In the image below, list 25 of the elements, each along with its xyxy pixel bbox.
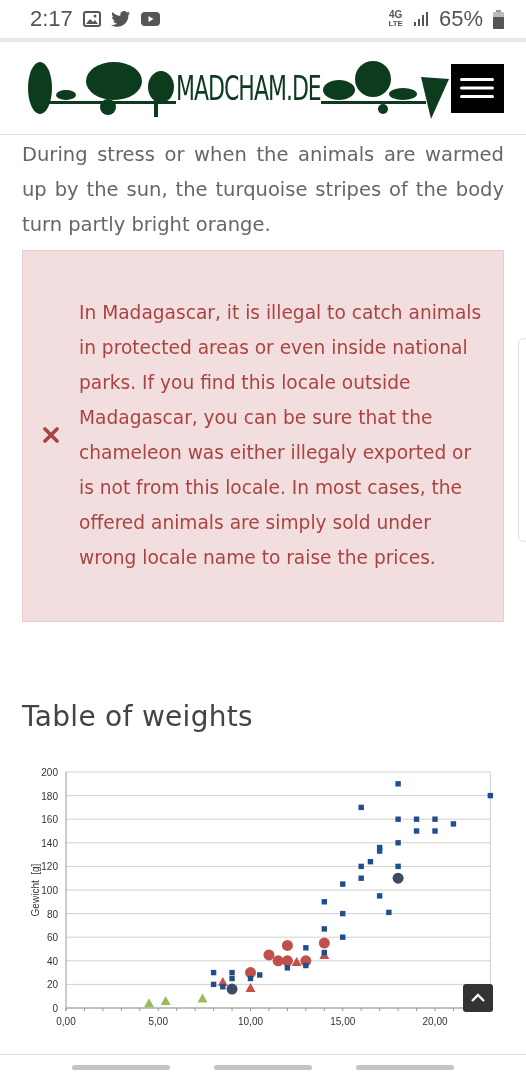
- tick-label: 15,00: [330, 1016, 356, 1027]
- tick-label: 60: [46, 932, 58, 944]
- tick-label: 80: [46, 908, 58, 920]
- tick-label: 100: [41, 885, 58, 896]
- alert-text: In Madagascar, it is illegal to catch animals in protected areas or even inside national parks. If you find this locale outside Madagascar, you can be sure that the chameleon was either illegaly exported or is not from this locale. In most cases, the offered animals are simply sold under wrong locale name to raise the prices.: [79, 301, 483, 570]
- battery-percentage: 65%: [438, 6, 483, 32]
- tick-label: 0,00: [56, 1016, 76, 1027]
- clock: 2:17: [30, 6, 73, 32]
- logo-text[interactable]: MADCHAM.DE: [176, 69, 321, 107]
- tick-label: 160: [41, 814, 58, 826]
- network-label: LTE: [388, 20, 403, 28]
- tick-label: 20: [46, 979, 58, 991]
- tick-label: 5,00: [148, 1016, 168, 1027]
- tick-label: 120: [41, 861, 58, 873]
- body-paragraph: During stress or when the animals are warmed up by the sun, the turquoise stripes of the body turn partly bright orange.: [22, 142, 504, 238]
- axis-title: Gewicht [g]: [30, 863, 41, 917]
- tick-label: 0: [52, 1003, 58, 1014]
- network-label: 4G: [389, 10, 403, 20]
- tick-label: 10,00: [238, 1016, 263, 1027]
- tick-label: 140: [41, 837, 58, 849]
- tick-label: 200: [41, 767, 58, 778]
- tick-label: 20,00: [422, 1016, 448, 1027]
- section-heading: Table of weights: [22, 700, 254, 733]
- tick-label: 40: [46, 955, 58, 967]
- tick-label: 180: [41, 790, 58, 802]
